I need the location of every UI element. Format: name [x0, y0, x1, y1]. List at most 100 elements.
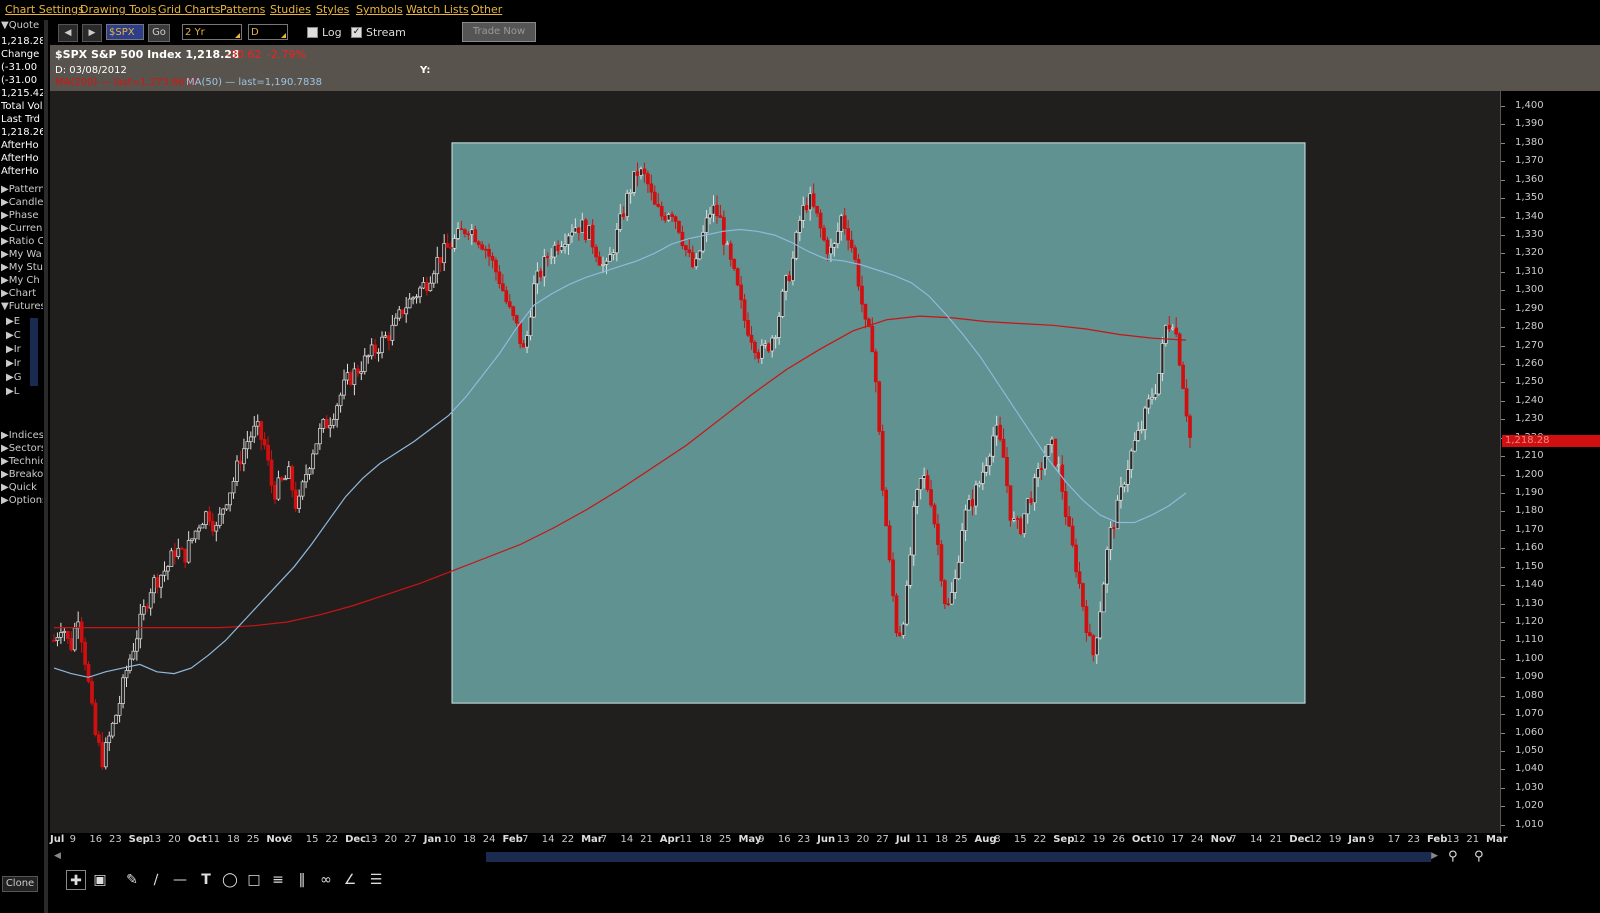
panel-section[interactable]: ▶Sectors [1, 443, 43, 454]
go-button[interactable]: Go [148, 24, 170, 42]
candle-body [411, 297, 415, 300]
menu-other[interactable]: Other [471, 3, 502, 16]
select-box-icon[interactable]: ▣ [90, 870, 110, 890]
candle-body [166, 566, 170, 572]
fan-icon[interactable]: ∠ [340, 870, 360, 890]
futures-item[interactable]: ▶C [6, 330, 30, 341]
candle-body [708, 213, 712, 219]
scroll-right-icon[interactable]: ▶ [1431, 851, 1438, 861]
scroll-thumb[interactable] [486, 852, 1431, 862]
pencil-icon[interactable]: ✎ [122, 870, 142, 890]
menu-drawing-tools[interactable]: Drawing Tools [80, 3, 156, 16]
y-tick-label: 1,060 [1515, 726, 1544, 738]
quote-row: 1,218.26 [1, 127, 43, 138]
fibonacci-icon[interactable]: ≡ [268, 870, 288, 890]
log-checkbox[interactable] [307, 27, 318, 38]
panel-section[interactable]: ▶Currency [1, 223, 43, 234]
candle-body [380, 336, 384, 353]
candle-body [242, 448, 246, 465]
zoom-out-icon[interactable]: ⚲ [1474, 849, 1484, 864]
zoom-in-icon[interactable]: ⚲ [1448, 849, 1458, 864]
panel-scrollbar[interactable] [30, 318, 38, 386]
panel-section[interactable]: ▶My Wa [1, 249, 43, 260]
panel-section[interactable]: ▶Quick [1, 482, 43, 493]
y-tick-mark [1501, 216, 1505, 218]
candle-body [494, 259, 498, 273]
menu-grid-charts[interactable]: Grid Charts [158, 3, 221, 16]
x-tick-label: 7 [600, 834, 608, 845]
candle-body [911, 506, 916, 556]
time-cycles-icon[interactable]: ‖ [292, 870, 312, 890]
candle-body [1050, 438, 1054, 445]
panel-section[interactable]: ▼Futures [1, 301, 43, 312]
menu-symbols[interactable]: Symbols [356, 3, 403, 16]
panel-section[interactable]: ▶Technic [1, 456, 43, 467]
futures-item[interactable]: ▶Ir [6, 358, 30, 369]
menu-watch-lists[interactable]: Watch Lists [406, 3, 469, 16]
candle-body [766, 343, 771, 352]
symbol-input[interactable]: $SPX [106, 24, 144, 40]
candle-body [452, 238, 457, 249]
futures-item[interactable]: ▶E [6, 316, 30, 327]
candle-body [121, 677, 125, 704]
panel-section[interactable]: ▶Chart [1, 288, 43, 299]
panel-section[interactable]: ▶Ratio C [1, 236, 43, 247]
forward-arrow-icon[interactable]: ▶ [82, 24, 102, 42]
candle-body [580, 219, 585, 233]
candle-body [749, 334, 754, 343]
x-tick-label: 9 [69, 834, 77, 845]
panel-section[interactable]: ▶Options [1, 495, 43, 506]
crosshair-cursor-icon[interactable]: ✚ [66, 870, 86, 890]
menu-chart-settings[interactable]: Chart Settings [5, 3, 84, 16]
clone-button[interactable]: Clone [2, 876, 38, 892]
futures-item[interactable]: ▶L [6, 386, 30, 397]
candle-body [604, 260, 609, 265]
text-tool-icon[interactable]: T [196, 870, 216, 890]
y-tick-label: 1,150 [1515, 560, 1544, 572]
futures-item[interactable]: ▶G [6, 372, 30, 383]
last-price-label: 1,218.28 [1502, 434, 1600, 447]
candle-body [1043, 455, 1047, 470]
panel-section[interactable]: ▶My Ch [1, 275, 43, 286]
period-select[interactable]: D [248, 24, 288, 40]
arcs-icon[interactable]: ∞ [316, 870, 336, 890]
candle-body [179, 547, 184, 550]
parallel-lines-icon[interactable]: ∕ [146, 870, 166, 890]
candle-body [608, 254, 612, 262]
stream-checkbox[interactable]: ✓ [351, 27, 362, 38]
price-chart[interactable] [50, 91, 1500, 833]
scroll-left-icon[interactable]: ◀ [54, 851, 61, 861]
panel-section[interactable]: ▶My Stu [1, 262, 43, 273]
panel-section[interactable]: ▶Breako [1, 469, 43, 480]
quote-section[interactable]: ▼Quote [1, 20, 43, 31]
candle-body [259, 421, 264, 440]
panel-section[interactable]: ▶Phase [1, 210, 43, 221]
candle-body [297, 495, 302, 509]
date-axis[interactable]: Jul 9 16 23 Sep 13 20 Oct 11 18 25 Nov 8 15 22 Dec 13 20 2… [50, 833, 1508, 848]
menu-studies[interactable]: Studies [270, 3, 311, 16]
ma200-legend[interactable]: MA(200) — last=1,273.6632 [55, 77, 197, 88]
candle-body [59, 632, 63, 638]
panel-section[interactable]: ▶Candle [1, 197, 43, 208]
menu-styles[interactable]: Styles [316, 3, 349, 16]
menu-patterns[interactable]: Patterns [220, 3, 265, 16]
horizontal-scrollbar[interactable]: ◀ ▶ [50, 850, 1440, 864]
gann-grid-icon[interactable]: ☰ [366, 870, 386, 890]
ellipse-icon[interactable]: ◯ [220, 870, 240, 890]
panel-section[interactable]: ▶Indices [1, 430, 43, 441]
back-arrow-icon[interactable]: ◀ [58, 24, 78, 42]
panel-section[interactable]: ▶Patterns [1, 184, 43, 195]
candle-body [1067, 516, 1071, 527]
ma50-legend[interactable]: MA(50) — last=1,190.7838 [186, 77, 322, 88]
candle-body [283, 478, 288, 481]
futures-item[interactable]: ▶Ir [6, 344, 30, 355]
candle-body [677, 220, 681, 233]
range-select[interactable]: 2 Yr [182, 24, 242, 40]
candle-body [797, 219, 802, 233]
rectangle-icon[interactable]: □ [244, 870, 264, 890]
x-tick-label: 21 [640, 834, 653, 845]
trade-now-button[interactable]: Trade Now [462, 22, 536, 42]
horizontal-line-icon[interactable]: — [170, 870, 190, 890]
candle-body [656, 203, 661, 207]
price-axis[interactable]: 1,400 1,390 1,380 1,370 1,360 1,350 1,340 1,330… [1500, 91, 1600, 833]
